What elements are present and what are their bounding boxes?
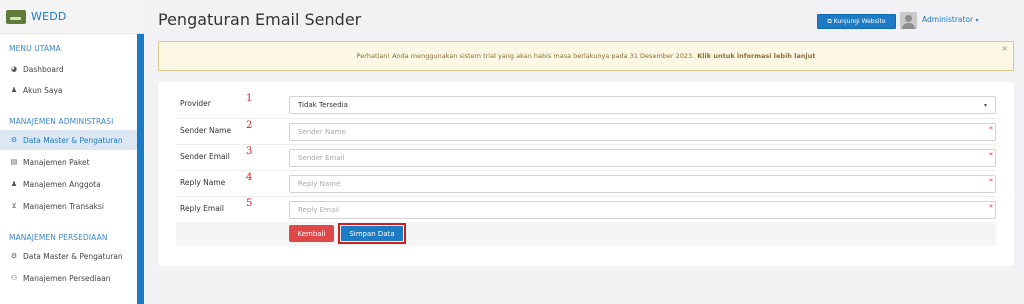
chevron-down-icon: ▾ <box>983 102 987 109</box>
sidebar-item-dashboard[interactable]: ◕ Dashboard <box>0 59 137 79</box>
reply-email-label: Reply Email <box>180 204 224 213</box>
sender-email-placeholder: Sender Email <box>298 154 345 162</box>
sidebar-item-label: Data Master & Pengaturan <box>23 135 123 145</box>
provider-select[interactable]: Tidak Tersedia ▾ <box>289 96 996 114</box>
caret-down-icon: ▾ <box>975 17 979 24</box>
user-icon: ♟ <box>10 86 18 94</box>
required-mark: * <box>989 203 993 212</box>
form-row-sender-email: Sender Email 3 Sender Email * <box>176 144 996 168</box>
required-mark: * <box>989 125 993 134</box>
alert-link[interactable]: Klik untuk informasi lebih lanjut <box>697 52 815 60</box>
cart-icon: ⊻ <box>11 202 17 210</box>
form-row-provider: Provider 1 Tidak Tersedia ▾ <box>176 92 996 116</box>
sidebar-item-data-master-persediaan[interactable]: ⚙ Data Master & Pengaturan <box>0 246 137 266</box>
sidebar-item-label: Dashboard <box>23 64 64 74</box>
form-card: Provider 1 Tidak Tersedia ▾ Sender Name … <box>158 82 1014 266</box>
sidebar-item-label: Manajemen Anggota <box>23 179 101 189</box>
reply-name-input[interactable]: Reply Name * <box>289 175 996 193</box>
sidebar-item-label: Manajemen Paket <box>23 157 90 167</box>
reply-email-input[interactable]: Reply Email * <box>289 201 996 219</box>
visit-website-label: Kunjungi Website <box>833 18 886 25</box>
sidebar: WEDD MENU UTAMA ◕ Dashboard ♟ Akun Saya … <box>0 0 144 304</box>
sidebar-item-data-master[interactable]: ⚙ Data Master & Pengaturan <box>0 130 137 150</box>
save-button-highlight: Simpan Data <box>338 223 406 244</box>
sender-name-label: Sender Name <box>180 126 232 135</box>
user-menu[interactable]: Administrator ▾ <box>922 15 979 24</box>
sidebar-item-manajemen-anggota[interactable]: ♟ Manajemen Anggota <box>0 174 137 194</box>
annotation-number: 4 <box>246 172 253 183</box>
sender-name-placeholder: Sender Name <box>298 128 346 136</box>
users-icon: ♟ <box>10 180 18 188</box>
sidebar-scroll-rail <box>137 34 144 304</box>
section-title-menu-utama: MENU UTAMA <box>9 44 61 53</box>
cogs-icon: ⚙ <box>10 136 18 144</box>
user-name: Administrator <box>922 15 974 24</box>
external-link-icon: ⧉ <box>827 17 832 25</box>
annotation-number: 1 <box>246 93 253 104</box>
close-icon[interactable]: × <box>1001 44 1008 53</box>
provider-selected-value: Tidak Tersedia <box>298 101 348 109</box>
form-actions: Kembali Simpan Data <box>176 222 996 246</box>
sidebar-item-label: Akun Saya <box>23 85 63 95</box>
sidebar-item-akun-saya[interactable]: ♟ Akun Saya <box>0 80 137 100</box>
sidebar-item-manajemen-persediaan[interactable]: ⚇ Manajemen Persediaan <box>0 268 137 288</box>
reply-name-placeholder: Reply Name <box>298 180 341 188</box>
sidebar-item-manajemen-transaksi[interactable]: ⊻ Manajemen Transaksi <box>0 196 137 216</box>
section-title-manajemen-persediaan: MANAJEMEN PERSEDIAAN <box>9 233 108 242</box>
required-mark: * <box>989 151 993 160</box>
sender-email-input[interactable]: Sender Email * <box>289 149 996 167</box>
brand-name: WEDD <box>31 10 67 23</box>
annotation-number: 2 <box>246 120 253 131</box>
handshake-icon: ⚇ <box>10 274 18 282</box>
provider-label: Provider <box>180 99 211 108</box>
sender-email-label: Sender Email <box>180 152 230 161</box>
reply-email-placeholder: Reply Email <box>298 206 340 214</box>
trial-alert: Perhatian! Anda menggunakan sistem trial… <box>158 41 1014 71</box>
save-button[interactable]: Simpan Data <box>341 226 403 241</box>
section-title-manajemen-administrasi: MANAJEMEN ADMINISTRASI <box>9 117 114 126</box>
visit-website-button[interactable]: ⧉ Kunjungi Website <box>817 14 896 29</box>
brand[interactable]: WEDD <box>0 0 144 34</box>
brand-logo-icon <box>6 9 26 24</box>
alert-message: Perhatian! Anda menggunakan sistem trial… <box>356 52 695 60</box>
cogs-icon: ⚙ <box>10 252 18 260</box>
sender-name-input[interactable]: Sender Name * <box>289 123 996 141</box>
back-button[interactable]: Kembali <box>289 225 334 242</box>
form-row-reply-name: Reply Name 4 Reply Name * <box>176 170 996 194</box>
sidebar-item-label: Data Master & Pengaturan <box>23 251 123 261</box>
palette-icon: ◕ <box>10 65 18 73</box>
required-mark: * <box>989 177 993 186</box>
sidebar-item-label: Manajemen Transaksi <box>23 201 104 211</box>
book-icon: ▤ <box>10 158 18 166</box>
sidebar-item-label: Manajemen Persediaan <box>23 273 111 283</box>
avatar[interactable] <box>900 12 917 29</box>
reply-name-label: Reply Name <box>180 178 226 187</box>
sidebar-item-manajemen-paket[interactable]: ▤ Manajemen Paket <box>0 152 137 172</box>
form-row-reply-email: Reply Email 5 Reply Email * <box>176 196 996 220</box>
page-title: Pengaturan Email Sender <box>158 10 362 29</box>
annotation-number: 5 <box>246 198 253 209</box>
annotation-number: 3 <box>246 146 253 157</box>
form-row-sender-name: Sender Name 2 Sender Name * <box>176 118 996 142</box>
